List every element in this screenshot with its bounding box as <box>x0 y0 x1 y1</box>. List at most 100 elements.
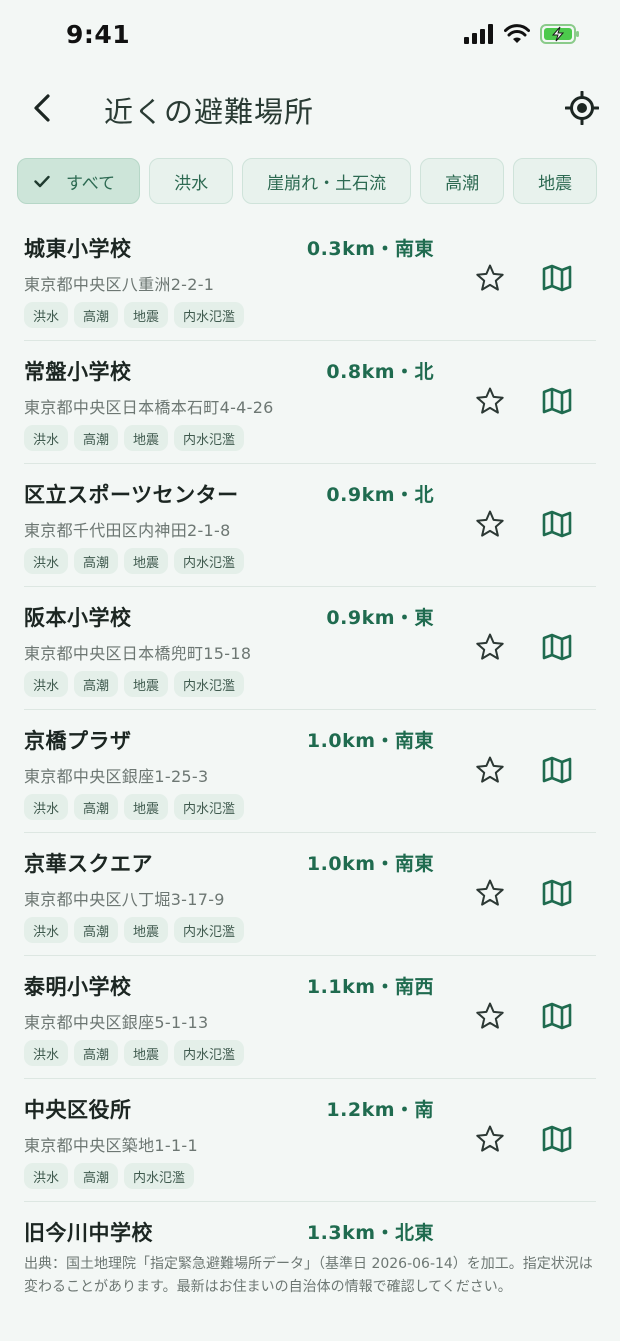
back-button[interactable] <box>22 88 62 128</box>
map-button[interactable] <box>540 1000 574 1032</box>
shelter-name: 阪本小学校 <box>24 606 132 630</box>
favorite-button[interactable] <box>474 1123 506 1155</box>
hazard-tag: 地震 <box>124 425 169 451</box>
map-button[interactable] <box>540 877 574 909</box>
hazard-tag: 内水氾濫 <box>174 1040 245 1066</box>
shelter-address: 東京都千代田区内神田2-1-8 <box>24 521 231 540</box>
shelter-distance: 1.0km・南東 <box>306 730 434 752</box>
crosshair-icon <box>565 91 599 125</box>
filter-chip-all[interactable]: すべて <box>17 158 141 204</box>
map-icon <box>542 387 572 415</box>
favorite-button[interactable] <box>474 754 506 786</box>
hazard-tag: 高潮 <box>74 671 119 697</box>
hazard-tags: 洪水 高潮 地震 内水氾濫 <box>24 794 245 820</box>
favorite-button[interactable] <box>474 508 506 540</box>
list-item[interactable]: 京橋プラザ 1.0km・南東 東京都中央区銀座1-25-3 洪水 高潮 地震 内… <box>24 710 596 833</box>
shelter-name: 常盤小学校 <box>24 360 132 384</box>
star-outline-icon <box>476 1002 504 1029</box>
list-item[interactable]: 区立スポーツセンター 0.9km・北 東京都千代田区内神田2-1-8 洪水 高潮… <box>24 464 596 587</box>
shelter-address: 東京都中央区築地1-1-1 <box>24 1136 198 1155</box>
list-item[interactable]: 泰明小学校 1.1km・南西 東京都中央区銀座5-1-13 洪水 高潮 地震 内… <box>24 956 596 1079</box>
filter-chip-label: 地震 <box>538 173 573 194</box>
map-button[interactable] <box>540 262 574 294</box>
hazard-tag: 地震 <box>124 917 169 943</box>
favorite-button[interactable] <box>474 1000 506 1032</box>
map-icon <box>542 633 572 661</box>
shelter-distance: 0.9km・東 <box>326 607 434 629</box>
shelter-name: 区立スポーツセンター <box>24 483 239 507</box>
hazard-tag: 洪水 <box>24 671 69 697</box>
hazard-tag: 高潮 <box>74 1040 119 1066</box>
list-item[interactable]: 常盤小学校 0.8km・北 東京都中央区日本橋本石町4-4-26 洪水 高潮 地… <box>24 341 596 464</box>
filter-chip-flood[interactable]: 洪水 <box>149 158 234 204</box>
hazard-tag: 地震 <box>124 671 169 697</box>
shelter-name: 泰明小学校 <box>24 975 132 999</box>
map-icon <box>542 756 572 784</box>
shelter-distance: 0.9km・北 <box>326 484 434 506</box>
list-item[interactable]: 中央区役所 1.2km・南 東京都中央区築地1-1-1 洪水 高潮 内水氾濫 <box>24 1079 596 1202</box>
shelter-distance: 1.3km・北東 <box>306 1222 434 1244</box>
star-outline-icon <box>476 510 504 537</box>
list-item[interactable]: 阪本小学校 0.9km・東 東京都中央区日本橋兜町15-18 洪水 高潮 地震 … <box>24 587 596 710</box>
hazard-tag: 洪水 <box>24 425 69 451</box>
hazard-tags: 洪水 高潮 地震 内水氾濫 <box>24 917 245 943</box>
hazard-tag: 洪水 <box>24 794 69 820</box>
star-outline-icon <box>476 1125 504 1152</box>
hazard-tag: 洪水 <box>24 917 69 943</box>
hazard-tag: 高潮 <box>74 425 119 451</box>
hazard-tag: 高潮 <box>74 548 119 574</box>
locate-button[interactable] <box>562 88 602 128</box>
star-outline-icon <box>476 633 504 660</box>
hazard-tag: 高潮 <box>74 1163 119 1189</box>
shelter-distance: 1.0km・南東 <box>306 853 434 875</box>
shelter-name: 中央区役所 <box>24 1098 132 1122</box>
hazard-tag: 内水氾濫 <box>174 917 245 943</box>
favorite-button[interactable] <box>474 262 506 294</box>
shelter-address: 東京都中央区日本橋兜町15-18 <box>24 644 252 663</box>
shelter-distance: 0.8km・北 <box>326 361 434 383</box>
signal-icon <box>464 24 493 44</box>
map-icon <box>542 1002 572 1030</box>
favorite-button[interactable] <box>474 877 506 909</box>
shelter-address: 東京都中央区銀座5-1-13 <box>24 1013 209 1032</box>
list-item[interactable]: 城東小学校 0.3km・南東 東京都中央区八重洲2-2-1 洪水 高潮 地震 内… <box>24 218 596 341</box>
hazard-tag: 内水氾濫 <box>174 548 245 574</box>
map-button[interactable] <box>540 508 574 540</box>
hazard-tag: 内水氾濫 <box>174 794 245 820</box>
hazard-tag: 内水氾濫 <box>174 671 245 697</box>
star-outline-icon <box>476 264 504 291</box>
filter-chip-earthquake[interactable]: 地震 <box>513 158 598 204</box>
hazard-tag: 高潮 <box>74 302 119 328</box>
favorite-button[interactable] <box>474 631 506 663</box>
map-button[interactable] <box>540 754 574 786</box>
star-outline-icon <box>476 387 504 414</box>
shelter-address: 東京都中央区銀座1-25-3 <box>24 767 209 786</box>
map-button[interactable] <box>540 385 574 417</box>
hazard-tag: 地震 <box>124 302 169 328</box>
filter-chip-landslide[interactable]: 崖崩れ・土石流 <box>242 158 412 204</box>
chevron-left-icon <box>34 94 50 122</box>
map-icon <box>542 264 572 292</box>
status-icons <box>464 24 580 44</box>
filter-chip-label: 洪水 <box>174 173 209 194</box>
map-button[interactable] <box>540 1123 574 1155</box>
hazard-tags: 洪水 高潮 地震 内水氾濫 <box>24 671 245 697</box>
shelter-name: 城東小学校 <box>24 237 132 261</box>
hazard-tags: 洪水 高潮 地震 内水氾濫 <box>24 425 245 451</box>
shelter-address: 東京都中央区日本橋本石町4-4-26 <box>24 398 274 417</box>
check-icon <box>34 175 50 187</box>
hazard-tags: 洪水 高潮 地震 内水氾濫 <box>24 548 245 574</box>
battery-charging-icon <box>540 24 579 44</box>
filter-chip-storm-surge[interactable]: 高潮 <box>420 158 505 204</box>
map-button[interactable] <box>540 631 574 663</box>
shelter-list: 城東小学校 0.3km・南東 東京都中央区八重洲2-2-1 洪水 高潮 地震 内… <box>0 218 620 1325</box>
source-note: 出典：国土地理院「指定緊急避難場所データ」（基準日 2026-06-14）を加工… <box>24 1256 593 1295</box>
favorite-button[interactable] <box>474 385 506 417</box>
hazard-tag: 地震 <box>124 548 169 574</box>
filter-chips: すべて 洪水 崖崩れ・土石流 高潮 地震 <box>17 158 620 204</box>
app-header: 近くの避難場所 <box>0 70 620 150</box>
hazard-tags: 洪水 高潮 地震 内水氾濫 <box>24 1040 245 1066</box>
shelter-distance: 1.2km・南 <box>326 1099 434 1121</box>
list-item[interactable]: 京華スクエア 1.0km・南東 東京都中央区八丁堀3-17-9 洪水 高潮 地震… <box>24 833 596 956</box>
hazard-tag: 内水氾濫 <box>174 425 245 451</box>
